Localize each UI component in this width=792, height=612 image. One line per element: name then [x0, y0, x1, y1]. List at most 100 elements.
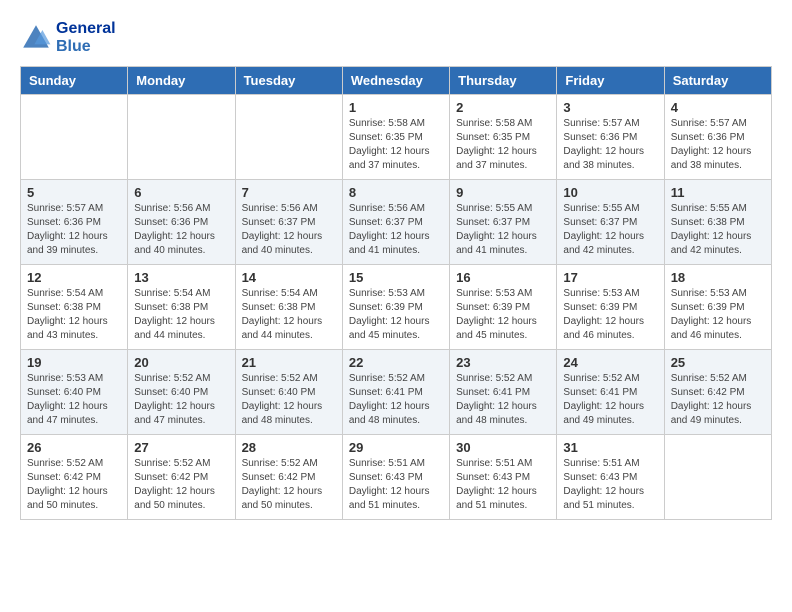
day-info: Sunrise: 5:51 AM Sunset: 6:43 PM Dayligh…: [563, 457, 657, 513]
calendar-cell: 9 Sunrise: 5:55 AM Sunset: 6:37 PM Daylig…: [450, 180, 557, 265]
day-info: Sunrise: 5:54 AM Sunset: 6:38 PM Dayligh…: [134, 287, 228, 343]
day-info: Sunrise: 5:57 AM Sunset: 6:36 PM Dayligh…: [27, 202, 121, 258]
day-info: Sunrise: 5:52 AM Sunset: 6:41 PM Dayligh…: [349, 372, 443, 428]
column-header-tuesday: Tuesday: [235, 67, 342, 95]
calendar-cell: [128, 95, 235, 180]
calendar-cell: 11 Sunrise: 5:55 AM Sunset: 6:38 PM Dayli…: [664, 180, 771, 265]
day-info: Sunrise: 5:56 AM Sunset: 6:37 PM Dayligh…: [242, 202, 336, 258]
calendar-cell: [235, 95, 342, 180]
calendar-cell: 17Sunrise: 5:53 AM Sunset: 6:39 PM Dayli…: [557, 265, 664, 350]
calendar-cell: 8 Sunrise: 5:56 AM Sunset: 6:37 PM Daylig…: [342, 180, 449, 265]
day-number: 21: [242, 355, 336, 370]
calendar-cell: 7 Sunrise: 5:56 AM Sunset: 6:37 PM Daylig…: [235, 180, 342, 265]
calendar-cell: 27Sunrise: 5:52 AM Sunset: 6:42 PM Dayli…: [128, 435, 235, 520]
calendar-cell: 30 Sunrise: 5:51 AM Sunset: 6:43 PM Dayli…: [450, 435, 557, 520]
day-number: 28: [242, 440, 336, 455]
calendar-week-4: 19 Sunrise: 5:53 AM Sunset: 6:40 PM Dayli…: [21, 350, 772, 435]
day-number: 29: [349, 440, 443, 455]
calendar-cell: 13 Sunrise: 5:54 AM Sunset: 6:38 PM Dayli…: [128, 265, 235, 350]
calendar-week-3: 12Sunrise: 5:54 AM Sunset: 6:38 PM Dayli…: [21, 265, 772, 350]
day-info: Sunrise: 5:53 AM Sunset: 6:40 PM Dayligh…: [27, 372, 121, 428]
day-number: 20: [134, 355, 228, 370]
day-number: 11: [671, 185, 765, 200]
day-info: Sunrise: 5:55 AM Sunset: 6:37 PM Dayligh…: [456, 202, 550, 258]
calendar-table: SundayMondayTuesdayWednesdayThursdayFrid…: [20, 66, 772, 520]
calendar-week-1: 1 Sunrise: 5:58 AM Sunset: 6:35 PM Daylig…: [21, 95, 772, 180]
day-number: 10: [563, 185, 657, 200]
calendar-cell: 20 Sunrise: 5:52 AM Sunset: 6:40 PM Dayli…: [128, 350, 235, 435]
day-number: 5: [27, 185, 121, 200]
calendar-cell: 10Sunrise: 5:55 AM Sunset: 6:37 PM Dayli…: [557, 180, 664, 265]
day-number: 8: [349, 185, 443, 200]
day-info: Sunrise: 5:53 AM Sunset: 6:39 PM Dayligh…: [456, 287, 550, 343]
column-header-sunday: Sunday: [21, 67, 128, 95]
calendar-cell: 16 Sunrise: 5:53 AM Sunset: 6:39 PM Dayli…: [450, 265, 557, 350]
calendar-cell: 21 Sunrise: 5:52 AM Sunset: 6:40 PM Dayli…: [235, 350, 342, 435]
calendar-cell: 1Sunrise: 5:58 AM Sunset: 6:35 PM Daylig…: [342, 95, 449, 180]
column-header-wednesday: Wednesday: [342, 67, 449, 95]
calendar-cell: 26 Sunrise: 5:52 AM Sunset: 6:42 PM Dayli…: [21, 435, 128, 520]
day-info: Sunrise: 5:56 AM Sunset: 6:36 PM Dayligh…: [134, 202, 228, 258]
day-info: Sunrise: 5:52 AM Sunset: 6:41 PM Dayligh…: [563, 372, 657, 428]
logo: General Blue: [20, 20, 116, 56]
column-header-monday: Monday: [128, 67, 235, 95]
calendar-cell: 2 Sunrise: 5:58 AM Sunset: 6:35 PM Daylig…: [450, 95, 557, 180]
day-info: Sunrise: 5:52 AM Sunset: 6:40 PM Dayligh…: [242, 372, 336, 428]
calendar-week-5: 26 Sunrise: 5:52 AM Sunset: 6:42 PM Dayli…: [21, 435, 772, 520]
day-info: Sunrise: 5:56 AM Sunset: 6:37 PM Dayligh…: [349, 202, 443, 258]
page-header: General Blue: [20, 20, 772, 56]
day-info: Sunrise: 5:57 AM Sunset: 6:36 PM Dayligh…: [671, 117, 765, 173]
calendar-cell: 14 Sunrise: 5:54 AM Sunset: 6:38 PM Dayli…: [235, 265, 342, 350]
day-number: 13: [134, 270, 228, 285]
column-header-friday: Friday: [557, 67, 664, 95]
day-number: 23: [456, 355, 550, 370]
calendar-cell: 6 Sunrise: 5:56 AM Sunset: 6:36 PM Daylig…: [128, 180, 235, 265]
calendar-cell: 29 Sunrise: 5:51 AM Sunset: 6:43 PM Dayli…: [342, 435, 449, 520]
calendar-week-2: 5 Sunrise: 5:57 AM Sunset: 6:36 PM Daylig…: [21, 180, 772, 265]
day-info: Sunrise: 5:55 AM Sunset: 6:38 PM Dayligh…: [671, 202, 765, 258]
day-info: Sunrise: 5:58 AM Sunset: 6:35 PM Dayligh…: [456, 117, 550, 173]
day-number: 7: [242, 185, 336, 200]
day-number: 9: [456, 185, 550, 200]
logo-icon: [20, 22, 52, 54]
day-info: Sunrise: 5:57 AM Sunset: 6:36 PM Dayligh…: [563, 117, 657, 173]
calendar-cell: 15 Sunrise: 5:53 AM Sunset: 6:39 PM Dayli…: [342, 265, 449, 350]
day-number: 1: [349, 100, 443, 115]
calendar-cell: 23 Sunrise: 5:52 AM Sunset: 6:41 PM Dayli…: [450, 350, 557, 435]
day-number: 24: [563, 355, 657, 370]
day-info: Sunrise: 5:51 AM Sunset: 6:43 PM Dayligh…: [456, 457, 550, 513]
day-number: 2: [456, 100, 550, 115]
day-number: 15: [349, 270, 443, 285]
logo-text: General Blue: [56, 20, 116, 56]
calendar-cell: 28 Sunrise: 5:52 AM Sunset: 6:42 PM Dayli…: [235, 435, 342, 520]
day-number: 19: [27, 355, 121, 370]
day-number: 22: [349, 355, 443, 370]
day-number: 27: [134, 440, 228, 455]
day-number: 14: [242, 270, 336, 285]
calendar-header-row: SundayMondayTuesdayWednesdayThursdayFrid…: [21, 67, 772, 95]
day-number: 16: [456, 270, 550, 285]
day-info: Sunrise: 5:52 AM Sunset: 6:42 PM Dayligh…: [27, 457, 121, 513]
day-info: Sunrise: 5:53 AM Sunset: 6:39 PM Dayligh…: [563, 287, 657, 343]
calendar-cell: 24 Sunrise: 5:52 AM Sunset: 6:41 PM Dayli…: [557, 350, 664, 435]
day-number: 6: [134, 185, 228, 200]
day-info: Sunrise: 5:54 AM Sunset: 6:38 PM Dayligh…: [242, 287, 336, 343]
day-info: Sunrise: 5:52 AM Sunset: 6:42 PM Dayligh…: [242, 457, 336, 513]
day-info: Sunrise: 5:52 AM Sunset: 6:40 PM Dayligh…: [134, 372, 228, 428]
day-number: 3: [563, 100, 657, 115]
day-info: Sunrise: 5:52 AM Sunset: 6:42 PM Dayligh…: [671, 372, 765, 428]
calendar-cell: 22 Sunrise: 5:52 AM Sunset: 6:41 PM Dayli…: [342, 350, 449, 435]
column-header-saturday: Saturday: [664, 67, 771, 95]
calendar-cell: 3 Sunrise: 5:57 AM Sunset: 6:36 PM Daylig…: [557, 95, 664, 180]
calendar-cell: 4Sunrise: 5:57 AM Sunset: 6:36 PM Daylig…: [664, 95, 771, 180]
calendar-cell: 25Sunrise: 5:52 AM Sunset: 6:42 PM Dayli…: [664, 350, 771, 435]
day-info: Sunrise: 5:51 AM Sunset: 6:43 PM Dayligh…: [349, 457, 443, 513]
day-info: Sunrise: 5:53 AM Sunset: 6:39 PM Dayligh…: [671, 287, 765, 343]
day-number: 26: [27, 440, 121, 455]
calendar-cell: 18 Sunrise: 5:53 AM Sunset: 6:39 PM Dayli…: [664, 265, 771, 350]
day-info: Sunrise: 5:52 AM Sunset: 6:41 PM Dayligh…: [456, 372, 550, 428]
day-number: 30: [456, 440, 550, 455]
day-number: 18: [671, 270, 765, 285]
calendar-cell: [664, 435, 771, 520]
day-info: Sunrise: 5:53 AM Sunset: 6:39 PM Dayligh…: [349, 287, 443, 343]
